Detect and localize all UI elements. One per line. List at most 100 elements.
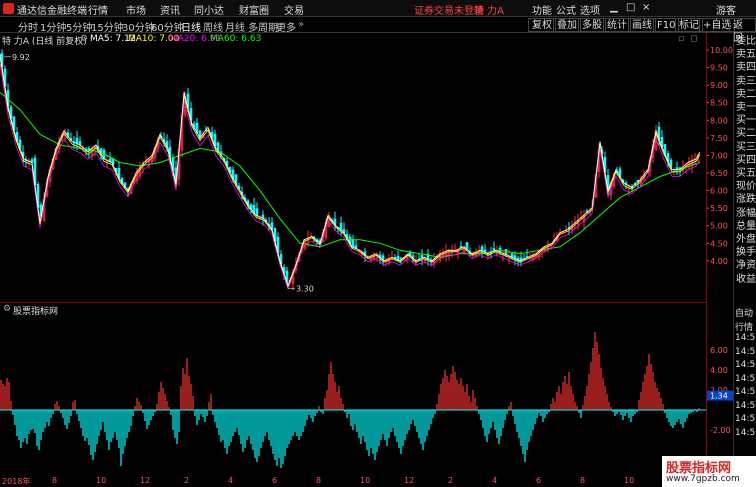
guest-label[interactable]: 游客 [716, 2, 736, 17]
tab-60min[interactable]: 60分钟 [151, 19, 184, 34]
app-name: 通达信金融终端 [17, 6, 87, 17]
back-button[interactable]: 返回 [729, 18, 756, 44]
price-axis-tick: 4.00 [710, 257, 728, 266]
quote-field-label: 现价 [736, 181, 756, 193]
time-axis-label: 12 [404, 476, 415, 485]
title-bar: 通达信金融终端 行情 市场 资讯 同小达 财富圈 交易 证券交易未登录 特 力A… [0, 0, 756, 17]
sub-indicator-chart[interactable] [0, 316, 706, 475]
tick-panel-label: 行情 [735, 322, 754, 333]
tick-time: 14:56 [735, 360, 756, 370]
quote-field-label: 买五 [736, 168, 756, 179]
tick-time: 14:56 [735, 427, 756, 438]
kline-chart[interactable]: 9.92 3.30 [0, 46, 706, 302]
sub-axis-tick: 4.00 [710, 366, 728, 375]
time-axis-label: 2 [448, 476, 454, 485]
time-axis-label: 10 [360, 476, 371, 485]
menu-trade[interactable]: 交易 [284, 2, 304, 17]
time-axis-label: 4 [492, 476, 498, 485]
more-chevron-icon[interactable]: » [298, 19, 304, 30]
kline-chart-area[interactable]: 9.92 3.30 [0, 46, 706, 302]
price-axis-tick: 6.50 [710, 169, 728, 178]
tick-time: 14:56 [735, 414, 756, 424]
quote-field-label: 卖一 [736, 102, 756, 113]
sub-axis-tick: 6.00 [710, 346, 728, 355]
menu-quotes[interactable]: 行情 [88, 2, 108, 17]
quote-field-label: 涨幅 [736, 207, 756, 219]
menu-functions[interactable]: 功能 [532, 2, 552, 17]
quote-field-label: 换手 [736, 247, 756, 259]
quote-field-label: 卖二 [736, 88, 756, 100]
panel-minimize-icon[interactable]: ▫ [678, 34, 684, 44]
quote-field-label: 总量 [736, 220, 756, 232]
indicator-info-bar: 特 力A (日线 前复权) ⚙ MA5: 7.12 MA10: 7.00 MA2… [0, 33, 706, 47]
tab-more[interactable]: 更多 [276, 19, 296, 34]
low-price-label: 3.30 [296, 284, 314, 293]
candle-body [504, 249, 508, 256]
statistics-button[interactable]: 统计 [603, 18, 631, 32]
candle-body [351, 239, 355, 248]
menu-news[interactable]: 资讯 [160, 2, 180, 17]
time-axis: 2018年810122468101224681012 [0, 475, 706, 487]
quote-field-label: 卖四 [736, 62, 756, 74]
tick-time: 14:56 [735, 400, 756, 411]
menu-xiaoda[interactable]: 同小达 [194, 2, 224, 17]
price-axis-tick: 7.50 [710, 134, 728, 143]
time-axis-label: 12 [140, 476, 151, 485]
ma60-value: MA60: 6.63 [210, 34, 262, 44]
adjust-button[interactable]: 复权 [528, 18, 556, 32]
time-axis-label: 6 [536, 476, 542, 485]
menu-wealth[interactable]: 财富圈 [239, 2, 269, 17]
menu-market[interactable]: 市场 [126, 2, 146, 17]
tab-5min[interactable]: 5分钟 [66, 19, 92, 34]
panel-maximize-icon[interactable]: ◻ [690, 34, 697, 44]
sub-axis-tick: -2.00 [710, 426, 731, 435]
quote-field-label: 委比 [736, 36, 756, 47]
tab-15min[interactable]: 15分钟 [91, 19, 124, 34]
tab-intraday[interactable]: 分时 [18, 19, 38, 34]
tab-multi-period[interactable]: 多周期 [248, 19, 278, 34]
minimize-icon[interactable]: ▁ [610, 2, 618, 13]
price-axis-tick: 10.00 [710, 46, 733, 55]
tab-30min[interactable]: 30分钟 [122, 19, 155, 34]
watermark-url: www.7gpzb.com [666, 474, 740, 484]
price-axis-tick: 8.50 [710, 99, 728, 108]
candle-body [255, 208, 259, 216]
high-price-label: 9.92 [12, 53, 30, 62]
draw-line-button[interactable]: 画线 [628, 18, 656, 32]
quote-field-label: 买三 [736, 141, 756, 153]
tick-time: 14:56 [735, 373, 756, 384]
price-axis-tick: 9.00 [710, 81, 728, 90]
quote-field-label: 买二 [736, 128, 756, 140]
tab-daily[interactable]: 日线 [181, 19, 201, 34]
sub-indicator-header: ⚙ 股票指标网 [0, 302, 706, 317]
quote-side-panel: 委比 卖五 卖四 卖三 卖二 卖一 买一 买二 买三 买四 买五 现价 涨跌 涨幅 总量 外盘 换手 净资 收益 自… [733, 33, 756, 487]
overlay-button[interactable]: 叠加 [553, 18, 581, 32]
settings-gear-icon[interactable]: ⚙ [80, 34, 88, 44]
multi-stock-button[interactable]: 多股 [578, 18, 606, 32]
price-axis-tick: 8.00 [710, 116, 728, 125]
price-axis-tick: 9.50 [710, 64, 728, 73]
price-axis: 10.00 9.50 9.00 8.50 8.00 7.50 7.00 6.50 6.00 5.5… [706, 33, 734, 475]
price-axis-tick: 4.50 [710, 239, 728, 248]
quote-field-label: 买一 [736, 115, 756, 127]
sub-settings-gear-icon[interactable]: ⚙ [3, 304, 11, 314]
period-toolbar: 分时 1分钟 5分钟 15分钟 30分钟 60分钟 日线 周线 月线 多周期 更… [0, 17, 756, 44]
time-axis-label: 8 [316, 476, 322, 485]
menu-options[interactable]: 选项 [580, 2, 600, 17]
sub-indicator-chart-area[interactable] [0, 316, 706, 475]
tick-panel-label: 自动 [735, 309, 754, 319]
maximize-icon[interactable]: □ [626, 2, 635, 13]
quote-field-label: 外盘 [736, 234, 756, 245]
quote-field-label: 买四 [736, 154, 756, 166]
close-icon[interactable]: × [642, 2, 650, 13]
title-stock-name: 特 力A [474, 6, 505, 17]
tab-monthly[interactable]: 月线 [225, 19, 245, 34]
candle-body [75, 137, 79, 144]
time-axis-label: 6 [272, 476, 278, 485]
menu-formula[interactable]: 公式 [556, 2, 576, 17]
tab-weekly[interactable]: 周线 [203, 19, 223, 34]
tab-1min[interactable]: 1分钟 [40, 19, 66, 34]
tick-time: 14:56 [735, 346, 756, 357]
price-axis-tick: 7.00 [710, 151, 728, 160]
time-axis-label: 8 [580, 476, 586, 485]
